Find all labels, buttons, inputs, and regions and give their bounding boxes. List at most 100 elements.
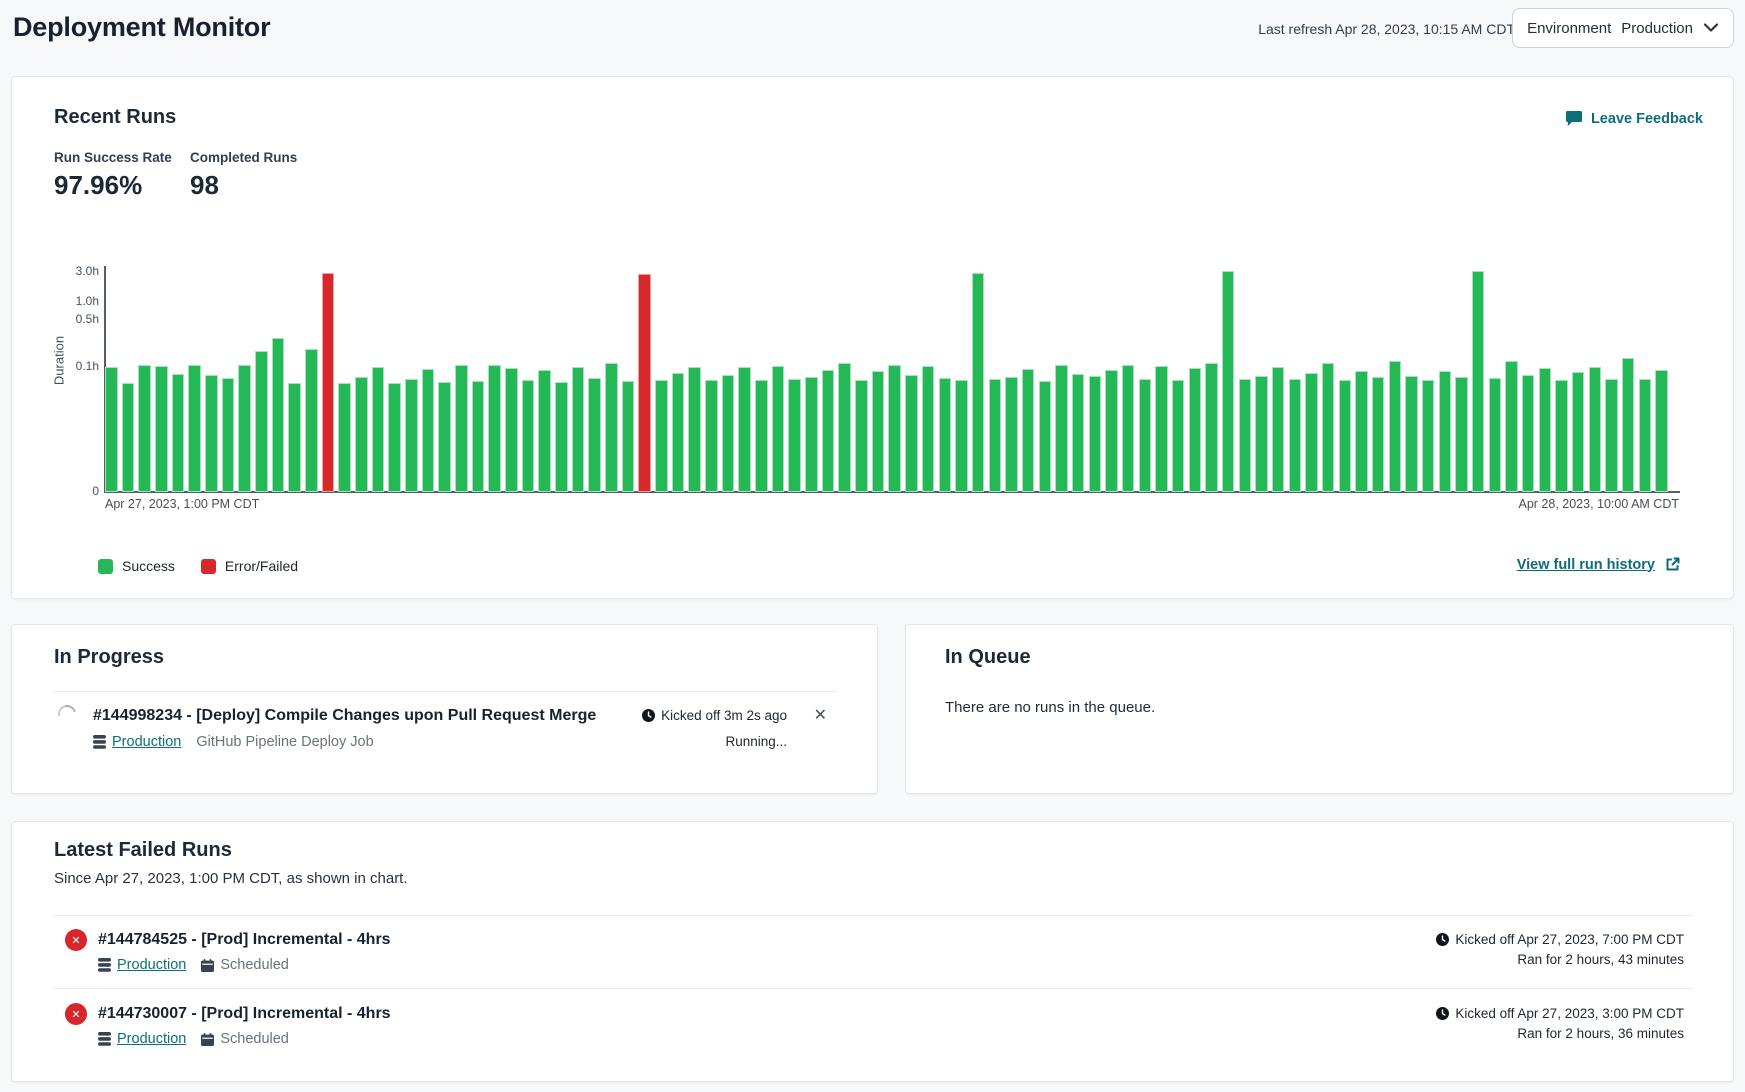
chart-bar-success[interactable] — [505, 368, 518, 492]
chart-bar-success[interactable] — [1222, 271, 1235, 492]
chart-bar-success[interactable] — [255, 351, 268, 492]
chart-bar-success[interactable] — [372, 367, 385, 492]
chart-bar-success[interactable] — [1589, 367, 1602, 492]
chart-bar-success[interactable] — [1472, 271, 1485, 492]
chart-bar-success[interactable] — [538, 370, 551, 492]
chart-bar-success[interactable] — [105, 367, 118, 492]
chart-bar-success[interactable] — [338, 383, 351, 492]
chart-bar-success[interactable] — [288, 383, 301, 492]
chart-bar-success[interactable] — [1005, 377, 1018, 492]
chart-bar-success[interactable] — [1405, 376, 1418, 492]
chart-bar-success[interactable] — [522, 380, 535, 493]
chart-bar-success[interactable] — [1189, 368, 1202, 492]
chart-bar-success[interactable] — [1622, 358, 1635, 493]
environment-link[interactable]: Production — [112, 734, 181, 750]
chart-bar-success[interactable] — [155, 366, 168, 492]
chart-bar-success[interactable] — [1322, 363, 1335, 492]
chart-bar-success[interactable] — [905, 375, 918, 492]
chart-bar-success[interactable] — [1539, 368, 1552, 492]
chart-bar-success[interactable] — [1239, 379, 1252, 492]
chart-bar-success[interactable] — [572, 367, 585, 492]
legend-item-success[interactable]: Success — [98, 558, 175, 574]
chart-bar-success[interactable] — [455, 365, 468, 492]
chart-bar-success[interactable] — [1022, 369, 1035, 492]
chart-bar-success[interactable] — [138, 365, 151, 492]
chart-bar-success[interactable] — [655, 380, 668, 493]
chart-bar-success[interactable] — [1505, 361, 1518, 492]
chart-bar-success[interactable] — [622, 381, 635, 492]
chart-bar-success[interactable] — [1272, 367, 1285, 492]
chart-bar-success[interactable] — [1372, 377, 1385, 492]
chart-bar-success[interactable] — [1605, 379, 1618, 492]
chart-bar-success[interactable] — [772, 366, 785, 492]
chart-bar-success[interactable] — [838, 363, 851, 492]
chart-bar-success[interactable] — [1522, 375, 1535, 492]
chart-bar-success[interactable] — [1489, 378, 1502, 492]
chart-bar-success[interactable] — [205, 375, 218, 492]
chart-bar-success[interactable] — [705, 380, 718, 492]
chart-bar-success[interactable] — [1455, 377, 1468, 492]
chart-bar-success[interactable] — [1039, 381, 1052, 492]
chart-bar-success[interactable] — [1355, 371, 1368, 492]
chart-bar-success[interactable] — [188, 365, 201, 492]
chart-bar-success[interactable] — [888, 365, 901, 492]
environment-dropdown[interactable]: Environment Production — [1512, 8, 1734, 48]
chart-bar-success[interactable] — [422, 369, 435, 492]
chart-bar-success[interactable] — [939, 378, 952, 492]
chart-bar-success[interactable] — [1255, 376, 1268, 492]
chart-bar-failed[interactable] — [638, 274, 651, 492]
chart-bar-success[interactable] — [855, 380, 868, 492]
view-full-run-history-link[interactable]: View full run history — [1517, 556, 1681, 573]
chart-bar-success[interactable] — [488, 365, 501, 492]
chart-bar-success[interactable] — [1155, 366, 1168, 492]
environment-meta[interactable]: Production — [98, 957, 186, 973]
chart-bar-success[interactable] — [738, 367, 751, 492]
environment-meta[interactable]: Production — [93, 734, 181, 750]
chart-bar-success[interactable] — [1555, 380, 1568, 493]
chart-bar-success[interactable] — [1572, 372, 1585, 492]
chart-bar-success[interactable] — [1439, 371, 1452, 492]
environment-link[interactable]: Production — [117, 957, 186, 973]
chart-bar-success[interactable] — [989, 379, 1002, 492]
chart-bar-success[interactable] — [122, 383, 135, 492]
chart-bar-success[interactable] — [1172, 380, 1185, 493]
chart-bar-success[interactable] — [1055, 365, 1068, 492]
chart-bar-failed[interactable] — [322, 273, 335, 492]
chart-bar-success[interactable] — [805, 377, 818, 492]
chart-bar-success[interactable] — [1072, 374, 1085, 492]
legend-item-error[interactable]: Error/Failed — [201, 558, 298, 574]
chart-bar-success[interactable] — [305, 349, 318, 492]
chart-bar-success[interactable] — [788, 379, 801, 492]
chart-bar-success[interactable] — [972, 273, 985, 492]
environment-meta[interactable]: Production — [98, 1031, 186, 1047]
chart-bar-success[interactable] — [605, 363, 618, 492]
chart-bar-success[interactable] — [1139, 379, 1152, 492]
chart-bar-success[interactable] — [872, 371, 885, 492]
chart-bar-success[interactable] — [438, 382, 451, 492]
chart-bar-success[interactable] — [355, 377, 368, 492]
chart-bar-success[interactable] — [1305, 373, 1318, 492]
chart-bar-success[interactable] — [1655, 370, 1668, 492]
chart-bar-success[interactable] — [922, 366, 935, 492]
chart-bar-success[interactable] — [172, 374, 185, 492]
chart-bar-success[interactable] — [388, 383, 401, 492]
chart-bar-success[interactable] — [1089, 376, 1102, 492]
chart-bar-success[interactable] — [1339, 380, 1352, 492]
chart-bar-success[interactable] — [955, 380, 968, 493]
chart-bar-success[interactable] — [755, 380, 768, 492]
chart-bar-success[interactable] — [1289, 379, 1302, 492]
chart-bar-success[interactable] — [1105, 370, 1118, 492]
chart-bar-success[interactable] — [672, 373, 685, 492]
chart-bar-success[interactable] — [1122, 365, 1135, 492]
chart-bar-success[interactable] — [555, 382, 568, 492]
chart-bar-success[interactable] — [722, 375, 735, 492]
chart-bar-success[interactable] — [822, 370, 835, 492]
chart-bar-success[interactable] — [688, 367, 701, 492]
environment-link[interactable]: Production — [117, 1031, 186, 1047]
chart-bar-success[interactable] — [222, 378, 235, 492]
chart-bar-success[interactable] — [405, 379, 418, 492]
chart-bar-success[interactable] — [1389, 361, 1402, 492]
chart-bar-success[interactable] — [272, 338, 285, 492]
chart-bar-success[interactable] — [588, 378, 601, 492]
chart-bar-success[interactable] — [472, 381, 485, 492]
